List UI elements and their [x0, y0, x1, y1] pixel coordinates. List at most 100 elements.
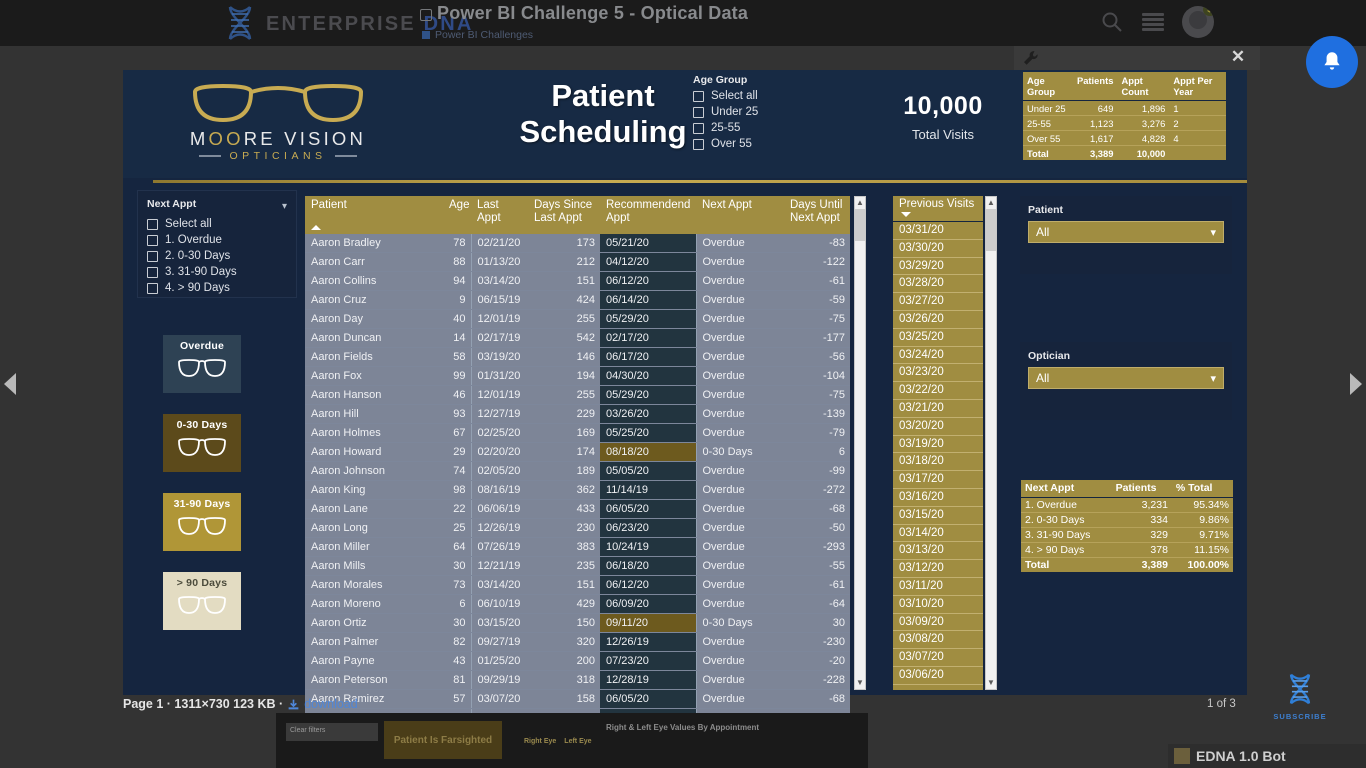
pv-scroll-down-arrow[interactable]: ▼ — [986, 677, 996, 689]
thread-title[interactable]: Power BI Challenge 5 - Optical Data — [420, 3, 748, 24]
previous-visits-item[interactable]: 03/26/20 — [893, 311, 983, 329]
patient-table-col-1[interactable]: Age — [443, 196, 471, 234]
previous-visits-item[interactable]: 03/17/20 — [893, 471, 983, 489]
subscribe-button[interactable]: SUBSCRIBE — [1272, 672, 1328, 721]
patient-table-col-5[interactable]: Next Appt — [696, 196, 784, 234]
checkbox-icon[interactable] — [147, 266, 158, 278]
table-row[interactable]: Aaron Payne 43 01/25/20 200 07/23/20 Overdue -… — [305, 651, 850, 671]
previous-visits-item[interactable]: 03/31/20 — [893, 222, 983, 240]
table-row[interactable]: Aaron Day 40 12/01/19 255 05/29/20 Overdue -75 — [305, 309, 850, 329]
menu-icon[interactable] — [1142, 13, 1164, 31]
age-group-option-0[interactable]: Select all — [693, 90, 801, 102]
table-row[interactable]: Aaron Lane 22 06/06/19 433 06/05/20 Overdue -6… — [305, 499, 850, 519]
table-row[interactable]: Aaron Carr 88 01/13/20 212 04/12/20 Overdue -1… — [305, 252, 850, 272]
previous-visits-item[interactable]: 03/18/20 — [893, 453, 983, 472]
next-appt-option-3[interactable]: 3. 31-90 Days — [147, 266, 287, 278]
status-card-3[interactable]: 31-90 Days — [163, 493, 241, 551]
notification-bell-button[interactable] — [1306, 36, 1358, 88]
next-appt-option-0[interactable]: Select all — [147, 218, 287, 230]
patient-table-col-2[interactable]: Last Appt — [471, 196, 528, 234]
table-row[interactable]: Aaron Ortiz 30 03/15/20 150 09/11/20 0-30 Day… — [305, 613, 850, 633]
table-row[interactable]: Aaron Morales 73 03/14/20 151 06/12/20 Overdu… — [305, 575, 850, 595]
table-row[interactable]: Aaron Hill 93 12/27/19 229 03/26/20 Overdue -1… — [305, 404, 850, 424]
next-appt-option-1[interactable]: 1. Overdue — [147, 234, 287, 246]
table-row[interactable]: Aaron Miller 64 07/26/19 383 10/24/19 Overdue… — [305, 537, 850, 557]
previous-visits-item[interactable]: 03/30/20 — [893, 240, 983, 258]
search-icon[interactable] — [1100, 10, 1124, 34]
table-row[interactable]: Aaron Cruz 9 06/15/19 424 06/14/20 Overdue -59 — [305, 290, 850, 310]
next-appt-summary-row[interactable]: 4. > 90 Days 378 11.15% — [1021, 542, 1233, 558]
close-button[interactable]: ✕ — [1229, 48, 1247, 66]
table-row[interactable]: Aaron Palmer 82 09/27/19 320 12/26/19 Overdue… — [305, 632, 850, 652]
wrench-icon[interactable] — [1022, 49, 1040, 67]
thread-category[interactable]: Power BI Challenges — [422, 29, 533, 41]
patient-table-scrollbar[interactable]: ▲ ▼ — [854, 196, 866, 690]
previous-visits-item[interactable]: 03/21/20 — [893, 400, 983, 418]
checkbox-icon[interactable] — [147, 218, 158, 230]
previous-visits-header[interactable]: Previous Visits — [893, 196, 983, 222]
previous-visits-item[interactable]: 03/15/20 — [893, 507, 983, 525]
previous-visits-item[interactable]: 03/06/20 — [893, 667, 983, 685]
table-row[interactable]: Aaron Holmes 67 02/25/20 169 05/25/20 Overdue… — [305, 423, 850, 443]
status-card-1[interactable]: Overdue — [163, 335, 241, 393]
previous-visits-item[interactable]: 03/16/20 — [893, 489, 983, 507]
pv-scroll-up-arrow[interactable]: ▲ — [986, 197, 996, 209]
table-row[interactable]: Aaron Duncan 14 02/17/19 542 02/17/20 Overdue… — [305, 328, 850, 348]
patient-dropdown[interactable]: All ▾ — [1028, 221, 1224, 243]
previous-visits-scrollbar[interactable]: ▲ ▼ — [985, 196, 997, 690]
patient-table-col-3[interactable]: Days Since Last Appt — [528, 196, 600, 234]
table-row[interactable]: Aaron Mills 30 12/21/19 235 06/18/20 Overdue -… — [305, 556, 850, 576]
next-appt-option-4[interactable]: 4. > 90 Days — [147, 282, 287, 294]
previous-visits-item[interactable]: 03/14/20 — [893, 525, 983, 543]
table-row[interactable]: Aaron Howard 29 02/20/20 174 08/18/20 0-30 Da… — [305, 442, 850, 462]
table-row[interactable]: Aaron Long 25 12/26/19 230 06/23/20 Overdue -5… — [305, 518, 850, 538]
next-appt-summary-row[interactable]: 1. Overdue 3,231 95.34% — [1021, 497, 1233, 513]
previous-visits-item[interactable]: 03/11/20 — [893, 578, 983, 596]
previous-visits-item[interactable]: 03/07/20 — [893, 649, 983, 667]
status-card-2[interactable]: 0-30 Days — [163, 414, 241, 472]
patient-table-col-4[interactable]: Recommendend Appt — [600, 196, 696, 234]
previous-visits-item[interactable]: 03/08/20 — [893, 631, 983, 650]
status-card-4[interactable]: > 90 Days — [163, 572, 241, 630]
table-row[interactable]: Aaron Hanson 46 12/01/19 255 05/29/20 Overdue… — [305, 385, 850, 405]
download-icon[interactable] — [287, 698, 300, 711]
next-page-thumbnail[interactable]: Clear filters Patient Is Farsighted Righ… — [276, 713, 868, 768]
previous-visits-item[interactable]: 03/12/20 — [893, 560, 983, 578]
next-page-arrow[interactable] — [1350, 373, 1362, 395]
age-group-option-3[interactable]: Over 55 — [693, 138, 801, 150]
table-row[interactable]: Aaron King 98 08/16/19 362 11/14/19 Overdue -2… — [305, 480, 850, 500]
previous-visits-item[interactable]: 03/19/20 — [893, 436, 983, 454]
scroll-up-arrow[interactable]: ▲ — [855, 197, 865, 209]
previous-visits-item[interactable]: 03/27/20 — [893, 293, 983, 311]
next-appt-summary-row[interactable]: 2. 0-30 Days 334 9.86% — [1021, 512, 1233, 528]
previous-visits-item[interactable]: 03/28/20 — [893, 275, 983, 294]
age-group-option-2[interactable]: 25-55 — [693, 122, 801, 134]
next-appt-option-2[interactable]: 2. 0-30 Days — [147, 250, 287, 262]
scroll-down-arrow[interactable]: ▼ — [855, 677, 865, 689]
chevron-down-icon[interactable]: ▾ — [282, 201, 287, 212]
previous-visits-item[interactable]: 03/10/20 — [893, 596, 983, 614]
user-avatar[interactable]: $ — [1182, 6, 1214, 38]
chat-bot-bar[interactable]: EDNA 1.0 Bot — [1168, 744, 1366, 768]
scrollbar-thumb[interactable] — [855, 209, 865, 241]
checkbox-icon[interactable] — [693, 90, 704, 102]
patient-table-col-0[interactable]: Patient — [305, 196, 443, 234]
previous-page-arrow[interactable] — [4, 373, 16, 395]
optician-dropdown[interactable]: All ▾ — [1028, 367, 1224, 389]
previous-visits-item[interactable]: 03/22/20 — [893, 382, 983, 400]
table-row[interactable]: Aaron Fox 99 01/31/20 194 04/30/20 Overdue -10… — [305, 366, 850, 386]
download-link[interactable]: download — [304, 697, 358, 711]
table-row[interactable]: Aaron Ramirez 57 03/07/20 158 06/05/20 Overdu… — [305, 689, 850, 709]
previous-visits-item[interactable]: 03/29/20 — [893, 258, 983, 276]
table-row[interactable]: Aaron Peterson 81 09/29/19 318 12/28/19 Overd… — [305, 670, 850, 690]
table-row[interactable]: Aaron Collins 94 03/14/20 151 06/12/20 Overdu… — [305, 271, 850, 291]
age-summary-row[interactable]: 25-55 1,123 3,276 2 — [1023, 115, 1226, 131]
age-summary-row[interactable]: Under 25 649 1,896 1 — [1023, 100, 1226, 116]
checkbox-icon[interactable] — [693, 138, 704, 150]
checkbox-icon[interactable] — [693, 106, 704, 118]
previous-visits-item[interactable]: 03/13/20 — [893, 542, 983, 561]
patient-table-col-6[interactable]: Days Until Next Appt — [784, 196, 850, 234]
previous-visits-item[interactable]: 03/24/20 — [893, 347, 983, 365]
previous-visits-item[interactable]: 03/25/20 — [893, 329, 983, 347]
age-summary-row[interactable]: Over 55 1,617 4,828 4 — [1023, 130, 1226, 146]
